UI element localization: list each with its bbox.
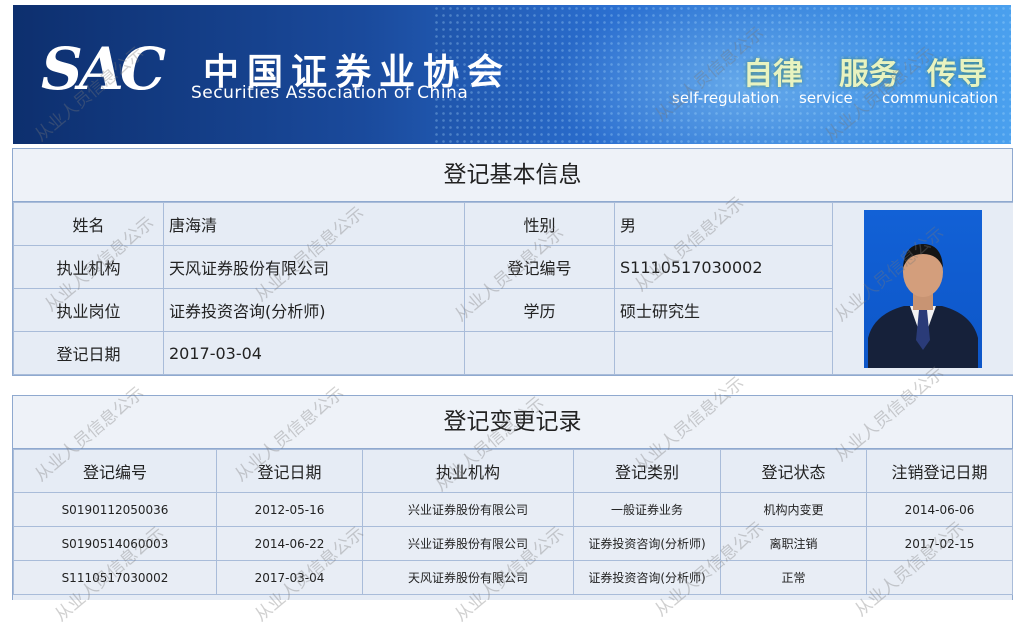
- name-label: 姓名: [13, 202, 164, 246]
- record-cell: S1110517030002: [13, 560, 217, 595]
- record-cell: 2017-03-04: [216, 560, 363, 595]
- education-label: 学历: [464, 288, 615, 332]
- column-header: 登记编号: [13, 449, 217, 493]
- education-value: 硕士研究生: [614, 288, 833, 332]
- table-row: S0190514060003 2014-06-22 兴业证券股份有限公司 证券投…: [13, 526, 1013, 561]
- sac-logo: SAC: [41, 35, 166, 103]
- table-row: S1110517030002 2017-03-04 天风证券股份有限公司 证券投…: [13, 560, 1013, 595]
- change-records-title: 登记变更记录: [13, 396, 1012, 449]
- record-cell: 兴业证券股份有限公司: [362, 492, 574, 527]
- slogan-service-en: service: [799, 89, 853, 107]
- record-cell: S0190112050036: [13, 492, 217, 527]
- slogan-self-regulation-cn: 自律: [743, 57, 803, 92]
- column-header: 登记类别: [573, 449, 721, 493]
- reg-no-label: 登记编号: [464, 245, 615, 289]
- column-header: 执业机构: [362, 449, 574, 493]
- column-header: 登记状态: [720, 449, 867, 493]
- record-cell: S0190514060003: [13, 526, 217, 561]
- record-cell: 证券投资咨询(分析师): [573, 526, 721, 561]
- record-cell: 一般证券业务: [573, 492, 721, 527]
- column-header: 注销登记日期: [866, 449, 1013, 493]
- record-cell: 兴业证券股份有限公司: [362, 526, 574, 561]
- org-value: 天风证券股份有限公司: [163, 245, 465, 289]
- slogan-self-regulation-en: self-regulation: [672, 89, 780, 107]
- record-cell: 2014-06-06: [866, 492, 1013, 527]
- record-cell: 天风证券股份有限公司: [362, 560, 574, 595]
- gender-label: 性别: [464, 202, 615, 246]
- slogan-service-cn: 服务: [839, 57, 899, 92]
- slogan-communication-en: communication: [882, 89, 999, 107]
- basic-info-panel: 登记基本信息 姓名 唐海清 性别 男 执业机构 天风证券股份有限公司 登记编号 …: [12, 148, 1013, 376]
- change-records-table: 登记编号 登记日期 执业机构 登记类别 登记状态 注销登记日期 S0190112…: [13, 449, 1013, 595]
- record-cell: 2014-06-22: [216, 526, 363, 561]
- gender-value: 男: [614, 202, 833, 246]
- reg-date-value: 2017-03-04: [163, 331, 465, 375]
- post-value: 证券投资咨询(分析师): [163, 288, 465, 332]
- record-cell: [866, 560, 1013, 595]
- table-row: S0190112050036 2012-05-16 兴业证券股份有限公司 一般证…: [13, 492, 1013, 527]
- photo-cell: [832, 202, 1013, 375]
- record-cell: 2012-05-16: [216, 492, 363, 527]
- basic-info-title: 登记基本信息: [13, 149, 1012, 202]
- header-banner: SAC 中国证券业协会 Securities Association of Ch…: [13, 5, 1011, 144]
- basic-info-table: 姓名 唐海清 性别 男 执业机构 天风证券股份有限公司 登记编号 S111051…: [13, 202, 1013, 375]
- reg-date-label: 登记日期: [13, 331, 164, 375]
- org-label: 执业机构: [13, 245, 164, 289]
- slogan-communication-cn: 传导: [927, 57, 987, 92]
- post-label: 执业岗位: [13, 288, 164, 332]
- record-cell: 2017-02-15: [866, 526, 1013, 561]
- reg-no-value: S1110517030002: [614, 245, 833, 289]
- empty-cell: [614, 331, 833, 375]
- change-records-panel: 登记变更记录 登记编号 登记日期 执业机构 登记类别 登记状态 注销登记日期 S…: [12, 395, 1013, 600]
- name-value: 唐海清: [163, 202, 465, 246]
- record-cell: 离职注销: [720, 526, 867, 561]
- table-header-row: 登记编号 登记日期 执业机构 登记类别 登记状态 注销登记日期: [13, 449, 1013, 493]
- record-cell: 正常: [720, 560, 867, 595]
- record-cell: 机构内变更: [720, 492, 867, 527]
- column-header: 登记日期: [216, 449, 363, 493]
- record-cell: 证券投资咨询(分析师): [573, 560, 721, 595]
- empty-cell: [464, 331, 615, 375]
- logo-english-name: Securities Association of China: [191, 83, 469, 103]
- profile-photo: [863, 209, 982, 368]
